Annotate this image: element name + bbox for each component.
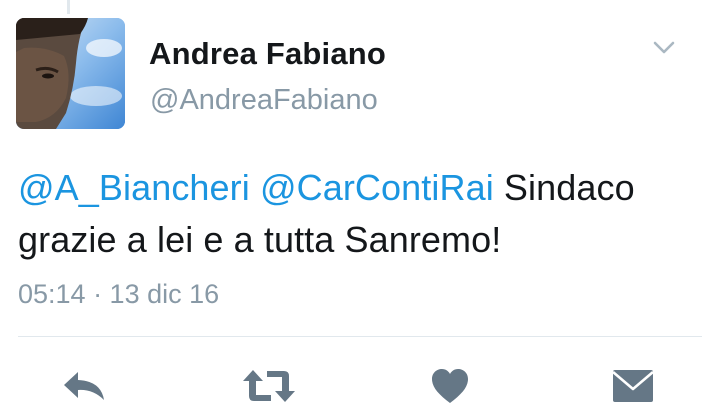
author-avatar[interactable] xyxy=(16,18,125,129)
retweet-icon xyxy=(243,370,295,402)
reply-icon xyxy=(64,372,104,400)
mention-link[interactable]: @A_Biancheri xyxy=(18,167,250,208)
envelope-icon xyxy=(612,370,654,402)
tweet-text: @A_Biancheri @CarContiRai Sindaco grazie… xyxy=(18,162,690,266)
retweet-button[interactable] xyxy=(240,362,298,410)
divider xyxy=(18,336,702,337)
mention-link[interactable]: @CarContiRai xyxy=(260,167,494,208)
direct-message-button[interactable] xyxy=(610,362,656,410)
like-button[interactable] xyxy=(428,362,472,410)
tweet-timestamp: 05:14 · 13 dic 16 xyxy=(18,279,220,309)
thread-connector-line xyxy=(67,0,70,14)
author-handle[interactable]: @AndreaFabiano xyxy=(150,84,378,117)
heart-icon xyxy=(432,369,468,403)
reply-button[interactable] xyxy=(58,362,110,410)
author-display-name[interactable]: Andrea Fabiano xyxy=(149,36,386,72)
chevron-down-icon[interactable] xyxy=(652,40,676,56)
